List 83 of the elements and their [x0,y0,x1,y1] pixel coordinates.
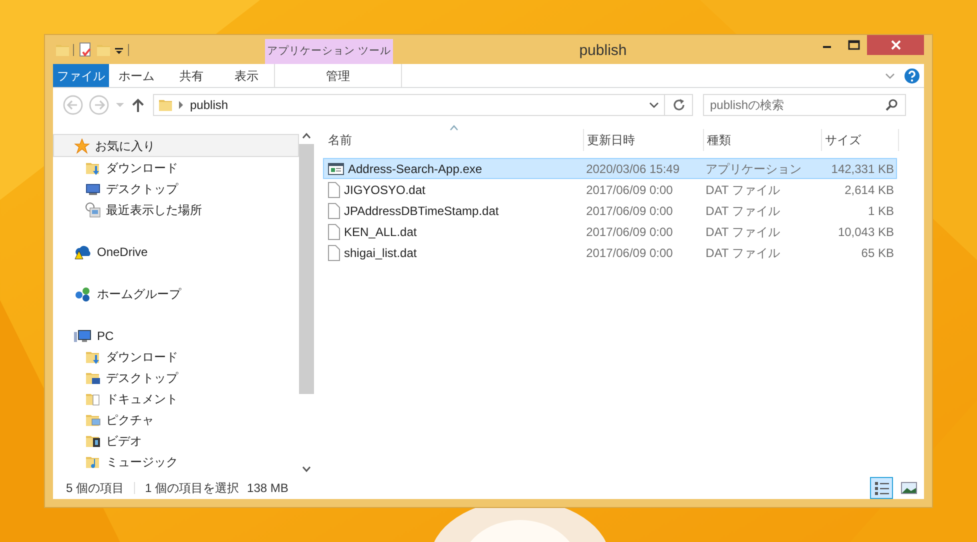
file-row[interactable]: KEN_ALL.dat 2017/06/09 0:00 DAT ファイル 10,043 KB [323,221,897,242]
file-icon [328,224,340,240]
scroll-up-icon[interactable] [302,132,311,140]
file-name: Address-Search-App.exe [348,160,482,178]
nav-item[interactable]: ピクチャ [53,409,299,430]
search-field[interactable]: publishの検索 [703,94,906,116]
file-type: DAT ファイル [704,224,781,240]
nav-item[interactable]: お気に入り [53,134,299,157]
file-type: DAT ファイル [704,244,781,262]
nav-item[interactable]: ドキュメント [53,388,299,409]
scroll-down-icon[interactable] [302,465,311,473]
file-type: DAT ファイル [704,182,781,198]
file-size: 2,614 KB [844,182,895,198]
ribbon-tab[interactable]: 表示 [219,64,274,87]
file-type: DAT ファイル [704,202,781,220]
folder-icon [158,97,172,113]
file-name: JPAddressDBTimeStamp.dat [344,202,499,220]
scrollbar-thumb[interactable] [299,144,314,394]
file-size: 10,043 KB [836,224,895,240]
breadcrumb-caret-icon[interactable] [178,101,184,109]
file-icon [328,244,340,260]
close-button[interactable] [867,35,924,55]
file-row[interactable]: Address-Search-App.exe 2020/03/06 15:49 アプリケーション 142,331 KB [323,158,897,179]
item-count: 5 個の項目 [66,480,124,497]
nav-item[interactable]: OneDrive [53,241,299,262]
computer-icon [74,328,92,344]
file-icon [328,202,340,218]
homegroup-icon [74,286,92,302]
breadcrumb-item[interactable]: publish [190,96,228,114]
column-header[interactable]: 更新日時 [584,129,704,151]
column-header[interactable]: 名前 [325,129,584,151]
details-view-icon [874,480,890,496]
column-header[interactable]: サイズ [822,129,899,151]
file-row[interactable]: JPAddressDBTimeStamp.dat 2017/06/09 0:00 DAT ファイル 1 KB [323,200,897,221]
cloud-warning-icon [74,244,92,260]
selection-count: 1 個の項目を選択 [145,480,240,497]
ribbon-tab[interactable]: 管理 [274,64,402,87]
file-date: 2017/06/09 0:00 [585,182,674,198]
refresh-button[interactable] [665,94,693,116]
help-icon[interactable] [904,68,920,84]
nav-item[interactable]: デスクトップ [53,178,299,199]
sort-ascending-icon [450,125,458,131]
search-icon[interactable] [885,98,899,112]
file-size: 1 KB [866,202,895,220]
file-row[interactable]: shigai_list.dat 2017/06/09 0:00 DAT ファイル 65 KB [323,242,897,263]
column-header[interactable]: 種類 [704,129,822,151]
application-icon [328,162,344,176]
properties-icon[interactable] [78,42,92,58]
file-name: JIGYOSYO.dat [344,182,426,198]
recent-places-icon [85,202,101,218]
details-view-button[interactable] [870,477,893,499]
selection-size: 138 MB [247,480,288,497]
file-size: 142,331 KB [830,160,895,178]
nav-item[interactable]: ダウンロード [53,346,299,367]
refresh-icon [672,98,686,112]
close-icon [890,40,900,50]
file-row[interactable]: JIGYOSYO.dat 2017/06/09 0:00 DAT ファイル 2,614 KB [323,179,897,200]
contextual-tab-label: アプリケーション ツール [265,39,393,64]
ribbon-tab[interactable]: 共有 [164,64,219,87]
star-icon [74,138,90,154]
file-type: アプリケーション [704,160,803,178]
nav-item[interactable]: PC [53,325,299,346]
file-size: 65 KB [860,244,895,262]
file-date: 2017/06/09 0:00 [585,244,674,262]
file-date: 2017/06/09 0:00 [585,202,674,220]
window-title: publish [578,41,628,61]
address-bar[interactable]: publish [153,94,665,116]
up-icon[interactable] [131,97,145,113]
nav-item[interactable]: ミュージック [53,451,299,472]
ribbon-tab[interactable]: ファイル [53,64,109,87]
large-icons-view-icon [900,481,916,495]
nav-item[interactable]: 最近表示した場所 [53,199,299,220]
file-date: 2020/03/06 15:49 [585,160,680,178]
nav-item[interactable]: ホームグループ [53,283,299,304]
file-date: 2017/06/09 0:00 [585,224,674,240]
file-icon [328,182,340,198]
ribbon-tab[interactable]: ホーム [109,64,164,87]
nav-item[interactable]: デスクトップ [53,367,299,388]
nav-item[interactable]: ビデオ [53,430,299,451]
file-name: shigai_list.dat [344,244,417,262]
nav-item[interactable]: ダウンロード [53,157,299,178]
maximize-icon [848,40,860,50]
file-name: KEN_ALL.dat [344,224,417,240]
